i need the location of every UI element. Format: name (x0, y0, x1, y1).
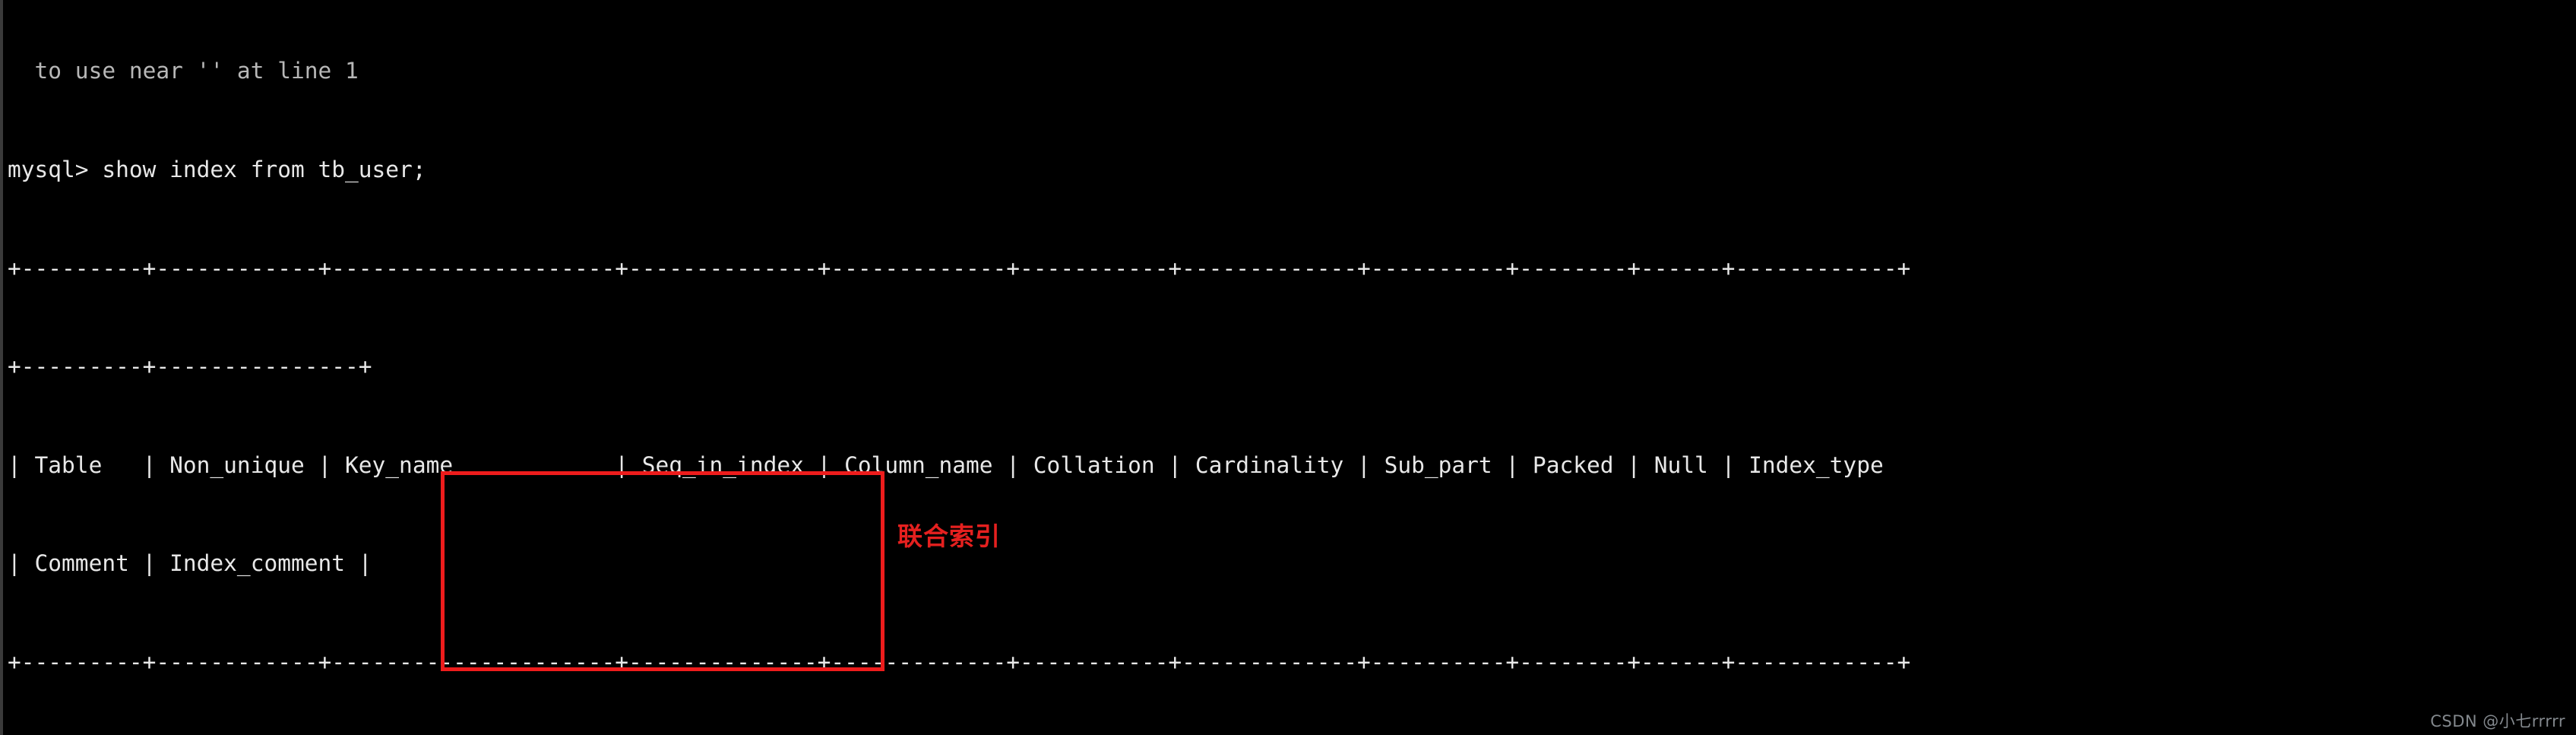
terminal-left-gutter (0, 0, 3, 735)
clipped-top-line: to use near '' at line 1 (8, 58, 359, 84)
table-header-line: | Table | Non_unique | Key_name | Seq_in… (8, 451, 1884, 478)
terminal-window: to use near '' at line 1 mysql> show ind… (0, 0, 2576, 735)
terminal-output: to use near '' at line 1 mysql> show ind… (8, 0, 2576, 735)
prompt-line: mysql> show index from tb_user; (8, 157, 426, 182)
separator-line-top: +---------+------------+----------------… (8, 255, 1911, 281)
table-header-line-wrap: | Comment | Index_comment | (8, 550, 372, 577)
separator-line-mid: +---------+------------+----------------… (8, 648, 1911, 675)
csdn-watermark: CSDN @小七rrrrr (2430, 712, 2565, 730)
separator-line-top-wrap: +---------+---------------+ (8, 353, 372, 380)
composite-index-annotation-label: 联合索引 (897, 521, 1001, 551)
